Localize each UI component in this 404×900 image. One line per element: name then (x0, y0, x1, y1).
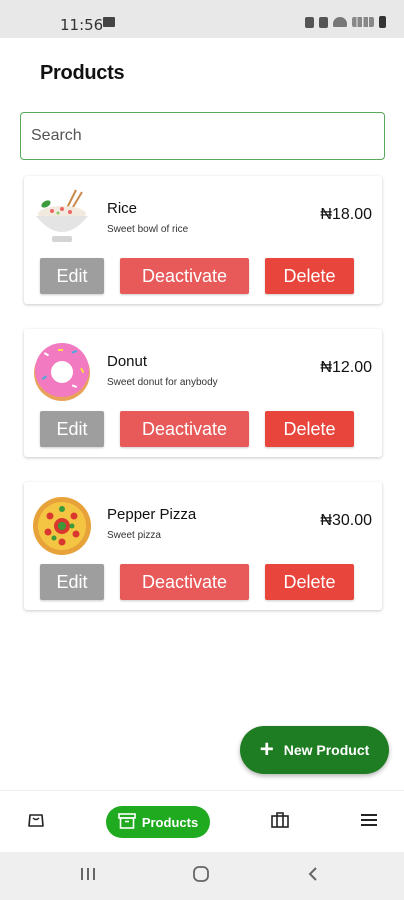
search-field[interactable] (20, 112, 385, 160)
status-time: 11:56 (60, 16, 104, 34)
recent-apps-icon (79, 866, 97, 887)
product-price: ₦18.00 (320, 206, 372, 223)
edit-button[interactable]: Edit (40, 258, 104, 294)
product-card: Donut Sweet donut for anybody ₦12.00 Edi… (24, 329, 382, 457)
home-button[interactable] (190, 865, 212, 888)
donut-icon (32, 339, 96, 403)
search-input[interactable] (21, 113, 384, 159)
product-card: Pepper Pizza Sweet pizza ₦30.00 Edit Dea… (24, 482, 382, 610)
battery-icon (379, 16, 386, 28)
product-description: Sweet donut for anybody (107, 377, 218, 388)
new-product-label: New Product (283, 742, 370, 758)
wifi-icon (333, 17, 347, 27)
product-description: Sweet pizza (107, 530, 161, 541)
home-icon (192, 865, 210, 888)
signal-icon (352, 17, 374, 27)
nav-products-label: Products (141, 814, 199, 830)
edit-button[interactable]: Edit (40, 411, 104, 447)
product-card: Rice Sweet bowl of rice ₦18.00 Edit Deac… (24, 176, 382, 304)
edit-button[interactable]: Edit (40, 564, 104, 600)
store-icon (270, 811, 290, 834)
plus-icon: + (259, 736, 274, 763)
products-icon (118, 812, 136, 832)
product-name: Rice (107, 200, 138, 217)
pizza-icon (32, 492, 96, 556)
product-price: ₦12.00 (320, 359, 372, 376)
status-bar: 11:56 (0, 0, 404, 38)
rice-bowl-icon (32, 186, 96, 250)
new-product-button[interactable]: + New Product (240, 726, 389, 774)
nav-products[interactable]: Products (106, 806, 210, 838)
deactivate-button[interactable]: Deactivate (120, 258, 249, 294)
product-name: Pepper Pizza (107, 506, 197, 523)
nav-orders[interactable] (24, 810, 48, 834)
product-price: ₦30.00 (320, 512, 372, 529)
page-title: Products (40, 62, 125, 84)
notification-icon (305, 16, 314, 28)
product-name: Donut (107, 353, 148, 370)
back-button[interactable] (303, 866, 323, 886)
delete-button[interactable]: Delete (265, 411, 354, 447)
nav-store[interactable] (268, 810, 292, 834)
alarm-icon (319, 16, 328, 28)
status-icons (305, 16, 386, 28)
deactivate-button[interactable]: Deactivate (120, 564, 249, 600)
bottom-nav: Products (0, 790, 404, 852)
orders-icon (27, 811, 45, 834)
product-description: Sweet bowl of rice (107, 224, 189, 235)
menu-icon (360, 813, 378, 832)
delete-button[interactable]: Delete (265, 564, 354, 600)
gallery-icon (103, 17, 115, 27)
system-nav-bar (0, 852, 404, 900)
nav-menu[interactable] (357, 810, 381, 834)
delete-button[interactable]: Delete (265, 258, 354, 294)
back-icon (306, 866, 320, 887)
recent-apps-button[interactable] (78, 866, 98, 886)
deactivate-button[interactable]: Deactivate (120, 411, 249, 447)
